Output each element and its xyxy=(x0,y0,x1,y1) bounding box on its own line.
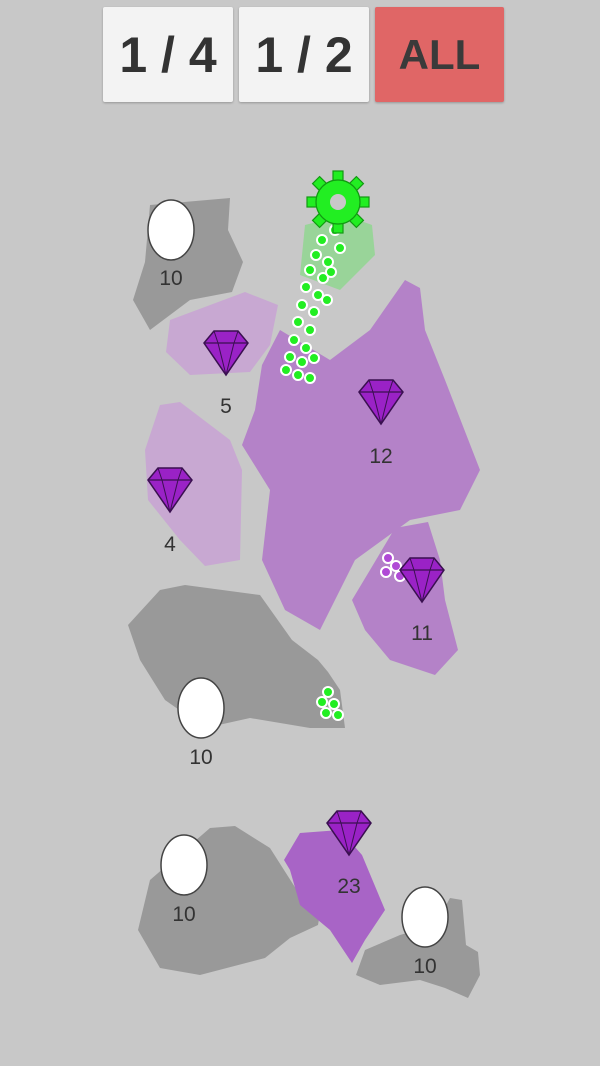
neutral-value-label: 10 xyxy=(189,746,212,769)
gem-value-label: 11 xyxy=(411,622,433,645)
gear-icon[interactable] xyxy=(306,170,370,234)
circle-icon xyxy=(177,677,225,739)
purple-region-gem-12[interactable] xyxy=(242,280,480,630)
gem-node-5[interactable]: 5 xyxy=(203,330,249,418)
circle-icon xyxy=(401,886,449,948)
neutral-node-middle[interactable]: 10 xyxy=(177,677,225,769)
neutral-value-label: 10 xyxy=(413,955,436,978)
neutral-value-label: 10 xyxy=(159,267,182,290)
gem-value-label: 4 xyxy=(164,533,176,556)
gem-value-label: 12 xyxy=(369,445,392,468)
neutral-value-label: 10 xyxy=(172,903,195,926)
purple-region-gem-23[interactable] xyxy=(284,830,385,963)
gem-value-label: 5 xyxy=(220,395,232,418)
circle-icon xyxy=(147,199,195,261)
gem-value-label: 23 xyxy=(337,875,360,898)
circle-icon xyxy=(160,834,208,896)
game-map: 5 12 4 11 23 10 10 10 10 xyxy=(128,170,480,998)
